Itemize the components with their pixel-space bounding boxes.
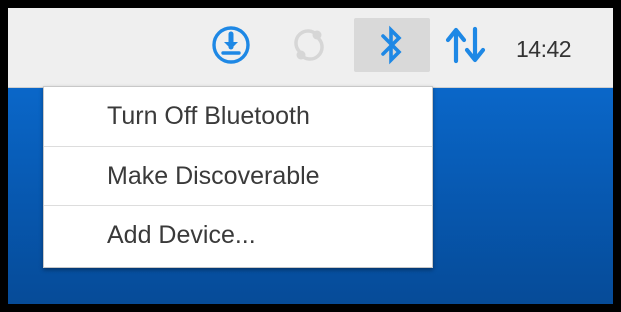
up-down-arrows-icon bbox=[445, 26, 486, 64]
taskbar: 14:42 bbox=[8, 8, 613, 88]
update-download-icon[interactable] bbox=[206, 18, 256, 72]
menu-item-add-device[interactable]: Add Device... bbox=[44, 205, 432, 264]
sync-arrows-icon bbox=[294, 29, 324, 61]
screen: 14:42 Turn Off Bluetooth Make Discoverab… bbox=[8, 8, 613, 304]
bluetooth-menu: Turn Off Bluetooth Make Discoverable Add… bbox=[43, 86, 433, 268]
menu-item-make-discoverable[interactable]: Make Discoverable bbox=[44, 146, 432, 205]
network-updown-arrows-icon[interactable] bbox=[436, 18, 496, 72]
download-icon bbox=[212, 26, 250, 64]
clock[interactable]: 14:42 bbox=[516, 36, 572, 63]
sync-icon[interactable] bbox=[284, 18, 334, 72]
menu-item-turn-off-bluetooth[interactable]: Turn Off Bluetooth bbox=[44, 87, 432, 146]
bluetooth-icon bbox=[381, 25, 402, 65]
bluetooth-tray-button[interactable] bbox=[354, 18, 430, 72]
